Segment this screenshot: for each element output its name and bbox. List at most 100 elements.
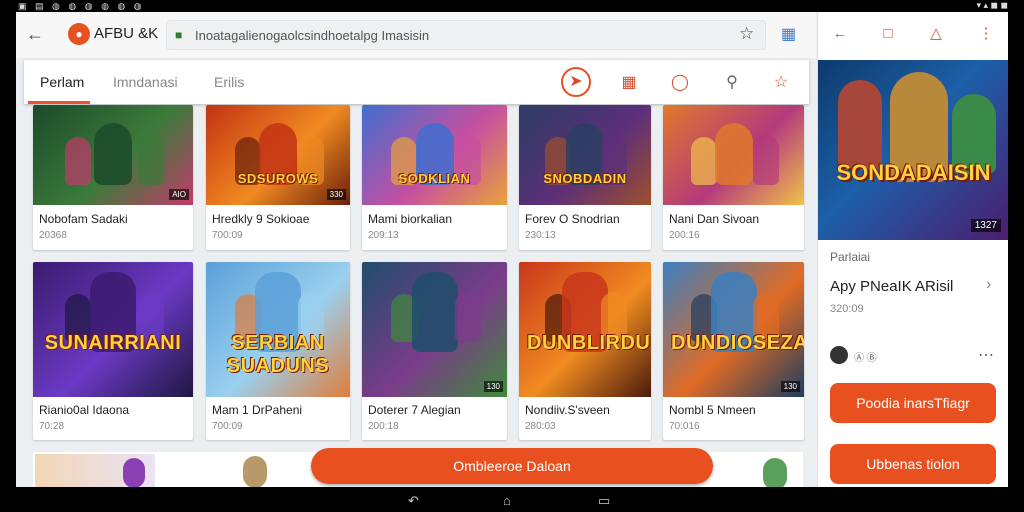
duration-badge: 330 <box>326 189 346 200</box>
video-thumbnail[interactable]: SUNAIRRIANI <box>33 262 193 397</box>
video-card[interactable]: 130 Doterer 7 Alegian 200:18 <box>362 262 507 440</box>
video-meta: 230:13 <box>525 230 556 241</box>
preview-character <box>243 456 267 487</box>
video-card[interactable]: AIO Nobofam Sadaki 20368 <box>33 105 193 250</box>
floating-action-button[interactable]: Ombleeroe Daloan <box>311 448 713 484</box>
site-logo-icon: ● <box>68 23 90 45</box>
device-screen: ← ● AFBU &K ■ Inoatagalienogaolcsindhoet… <box>16 12 1008 487</box>
nav-home-icon[interactable]: ⌂ <box>503 493 511 508</box>
search-icon[interactable]: ⚲ <box>721 72 743 94</box>
tab-imndanasi[interactable]: Imndanasi <box>113 74 178 90</box>
video-thumbnail[interactable]: SERBIAN SUADUNS <box>206 262 350 397</box>
thumbnail-character <box>454 292 481 342</box>
status-left-icons: ▣ ▤ ◍ ◍ ◍ ◍ ◍ ◍ <box>18 1 145 11</box>
video-title[interactable]: Nombl 5 Nmeen <box>669 403 756 417</box>
chevron-right-icon[interactable]: › <box>986 276 991 294</box>
video-card[interactable]: SNOBDADIN Forev O Snodrian 230:13 <box>519 105 651 250</box>
url-field[interactable]: ■ Inoatagalienogaolcsindhoetalpg Imasisi… <box>166 20 766 50</box>
more-vertical-icon[interactable]: ⋮ <box>976 24 996 44</box>
grid-icon[interactable]: ▦ <box>618 72 640 94</box>
status-right-icons: ▾ ▴ ◼ ◼ <box>976 0 1008 10</box>
video-meta: 70:28 <box>39 421 65 432</box>
video-title[interactable]: Nobofam Sadaki <box>39 212 128 226</box>
hero-logo: SONDADAISIN <box>836 160 991 185</box>
video-title[interactable]: Mam 1 DrPaheni <box>212 403 302 417</box>
brand-logo-icon[interactable]: ➤ <box>561 67 591 97</box>
thumbnail-character <box>691 137 718 185</box>
video-title[interactable]: Doterer 7 Alegian <box>368 403 461 417</box>
grid-menu-icon[interactable]: ▦ <box>781 24 796 44</box>
shield-icon[interactable]: ◯ <box>669 72 691 94</box>
chat-icon[interactable]: □ <box>878 24 898 44</box>
channel-info: Ⓐ Ⓑ <box>854 353 877 364</box>
thumbnail-character <box>94 123 132 185</box>
bookmark-star-icon[interactable]: ☆ <box>739 24 754 44</box>
video-meta: 700:09 <box>212 421 243 432</box>
video-thumbnail[interactable]: DUNBLIRDUN <box>519 262 651 397</box>
warning-icon[interactable]: △ <box>926 24 946 44</box>
thumbnail-character <box>752 135 779 185</box>
video-thumbnail[interactable]: SNOBDADIN <box>519 105 651 205</box>
video-title[interactable]: Rianio0al Idaona <box>39 403 129 417</box>
duration-badge: AIO <box>169 189 189 200</box>
thumbnail-logo: DUNDIOSEZA <box>671 332 804 354</box>
browser-address-bar: ← ● AFBU &K ■ Inoatagalienogaolcsindhoet… <box>16 12 816 58</box>
more-horizontal-icon[interactable]: ⋯ <box>978 345 994 365</box>
back-arrow-icon[interactable]: ← <box>26 24 44 45</box>
thumbnail-logo: SUNAIRRIANI <box>44 332 182 354</box>
video-thumbnail[interactable]: SODKLIAN <box>362 105 507 205</box>
sidebar-toolbar: ← □ △ ⋮ <box>818 12 1008 58</box>
preview-character <box>763 458 787 487</box>
section-label: Parlaiai <box>830 250 871 264</box>
video-meta: 200:16 <box>669 230 700 241</box>
url-text: Inoatagalienogaolcsindhoetalpg Imasisin <box>195 28 430 43</box>
video-thumbnail[interactable] <box>663 105 804 205</box>
thumbnail-character <box>714 123 753 185</box>
video-thumbnail[interactable]: AIO <box>33 105 193 205</box>
video-card[interactable]: DUNBLIRDUN Nondiiv.S'sveen 280:03 <box>519 262 651 440</box>
video-meta: 209:13 <box>368 230 399 241</box>
video-title[interactable]: Mami biorkalian <box>368 212 452 226</box>
video-card[interactable]: DUNDIOSEZA 130 Nombl 5 Nmeen 70:016 <box>663 262 804 440</box>
video-card[interactable]: SERBIAN SUADUNS Mam 1 DrPaheni 700:09 <box>206 262 350 440</box>
video-title[interactable]: Nondiiv.S'sveen <box>525 403 610 417</box>
video-thumbnail[interactable]: 130 <box>362 262 507 397</box>
channel-avatar-icon[interactable] <box>830 346 848 364</box>
video-card[interactable]: SUNAIRRIANI Rianio0al Idaona 70:28 <box>33 262 193 440</box>
video-card[interactable]: SDSUROWS 330 Hredkly 9 Sokioae 700:09 <box>206 105 350 250</box>
status-bar: ▣ ▤ ◍ ◍ ◍ ◍ ◍ ◍ ▾ ▴ ◼ ◼ <box>0 0 1024 12</box>
video-meta: 20368 <box>39 230 67 241</box>
preview-character <box>123 458 145 487</box>
tab-perlam[interactable]: Perlam <box>40 74 84 90</box>
thumbnail-character <box>65 137 91 185</box>
video-card[interactable]: Nani Dan Sivoan 200:16 <box>663 105 804 250</box>
tab-erilis[interactable]: Erilis <box>214 74 244 90</box>
thumbnail-logo: SERBIAN SUADUNS <box>226 332 330 377</box>
video-thumbnail[interactable]: SDSUROWS 330 <box>206 105 350 205</box>
video-card[interactable]: SODKLIAN Mami biorkalian 209:13 <box>362 105 507 250</box>
duration-badge: 130 <box>483 381 503 392</box>
hero-character <box>838 80 882 170</box>
video-title[interactable]: Forev O Snodrian <box>525 212 620 226</box>
video-meta: 700:09 <box>212 230 243 241</box>
nav-recents-icon[interactable]: ▭ <box>598 493 610 509</box>
lock-icon: ■ <box>175 28 183 42</box>
video-title[interactable]: Hredkly 9 Sokioae <box>212 212 309 226</box>
video-thumbnail[interactable]: DUNDIOSEZA 130 <box>663 262 804 397</box>
video-title[interactable]: Nani Dan Sivoan <box>669 212 759 226</box>
thumbnail-character <box>411 272 458 352</box>
thumbnail-character <box>138 135 165 185</box>
duration-badge: 130 <box>780 381 800 392</box>
section-tabs: Perlam Imndanasi Erilis ➤ ▦ ◯ ⚲ ☆ <box>24 60 809 104</box>
detail-meta: 320:09 <box>830 303 864 315</box>
system-nav-bar: ↶ ⌂ ▭ <box>0 487 1024 512</box>
star-icon[interactable]: ☆ <box>770 72 792 94</box>
detail-title: Apy PNeaIK ARisil <box>830 278 954 295</box>
main-pane: ← ● AFBU &K ■ Inoatagalienogaolcsindhoet… <box>16 12 816 487</box>
primary-action-button[interactable]: Poodia inarsTfiagr <box>830 383 996 423</box>
featured-thumbnail[interactable]: SONDADAISIN 1327 <box>818 60 1008 240</box>
nav-back-icon[interactable]: ↶ <box>408 493 419 509</box>
secondary-action-button[interactable]: Ubbenas tiolon <box>830 444 996 484</box>
back-arrow-icon[interactable]: ← <box>830 24 850 44</box>
thumbnail-logo: SDSUROWS <box>237 171 319 186</box>
